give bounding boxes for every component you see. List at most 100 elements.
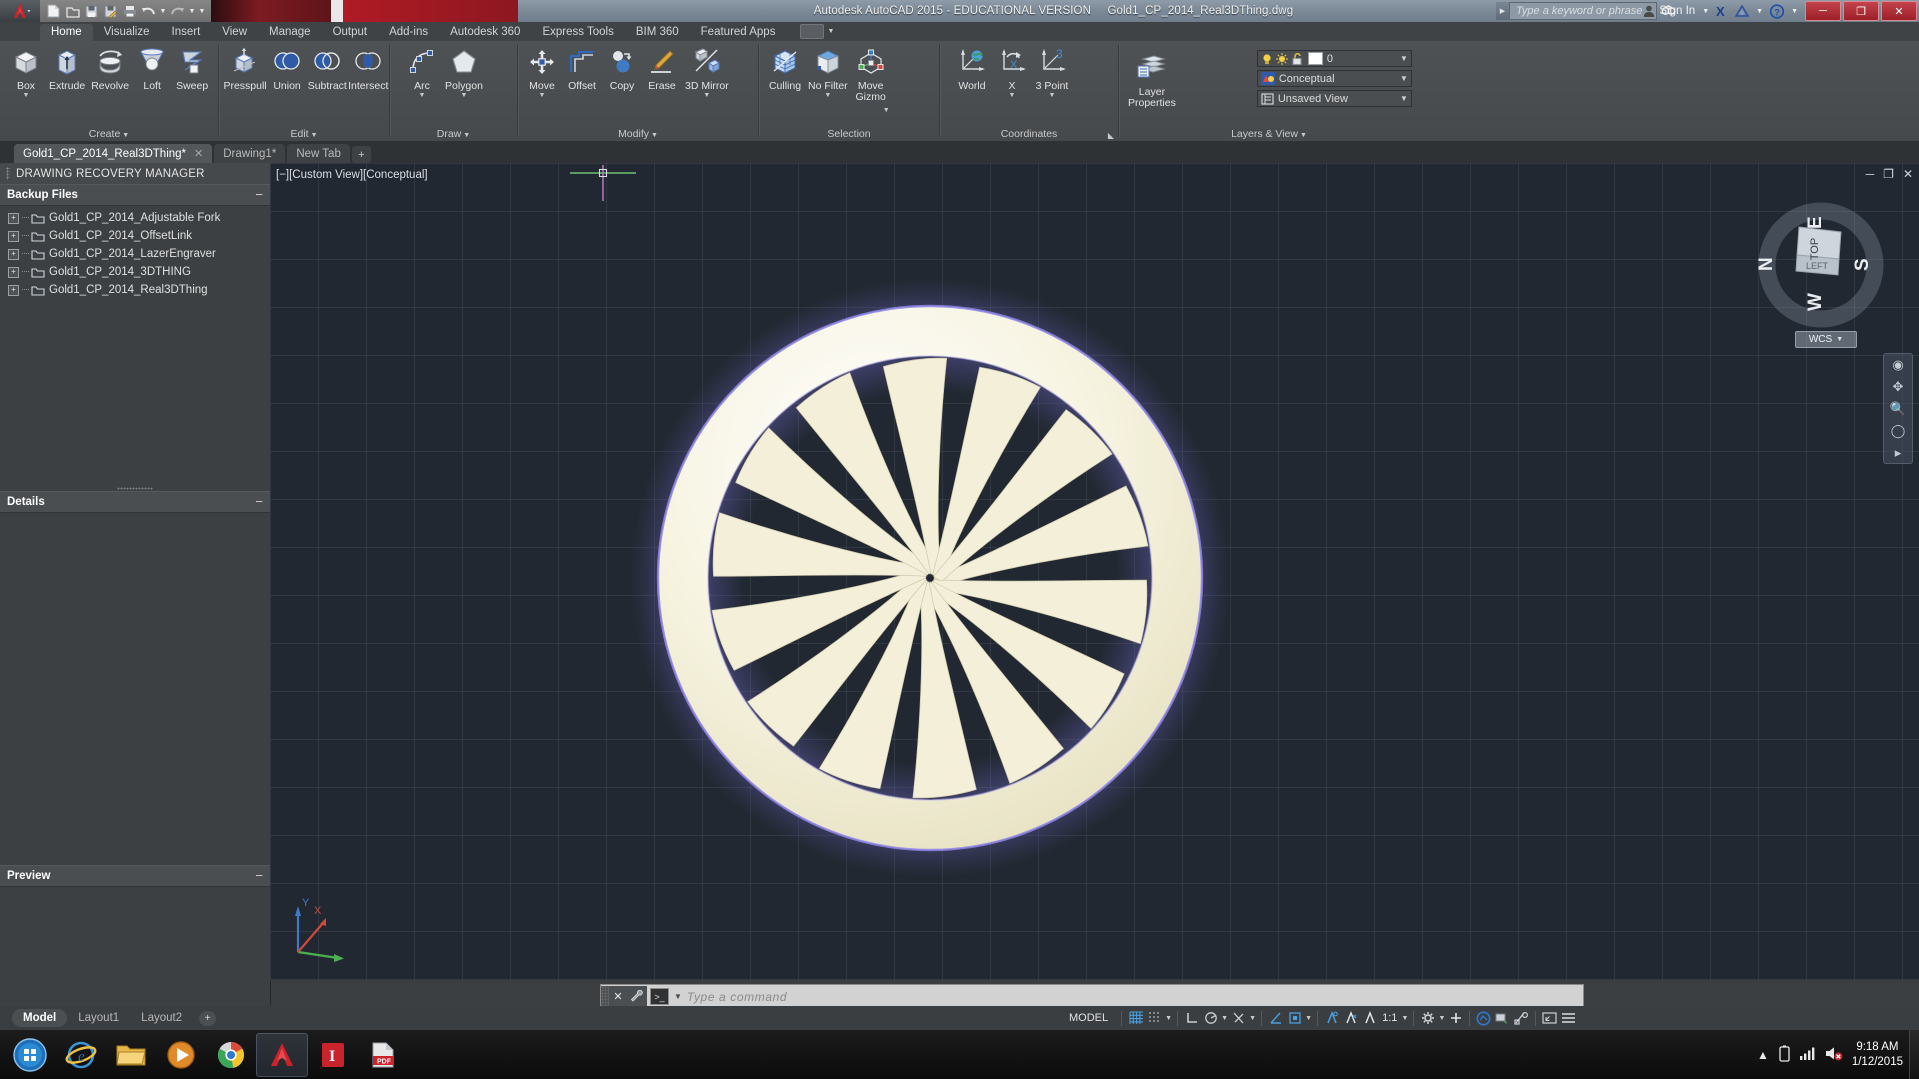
visual-style-dropdown-caret[interactable]: ▼ xyxy=(1400,74,1408,83)
erase-button[interactable]: Erase xyxy=(642,44,682,93)
3-point-ucs-button[interactable]: 3 3 Point ▼ xyxy=(1032,44,1072,100)
loft-button[interactable]: Loft xyxy=(132,44,172,93)
ribbon-tab-express-tools[interactable]: Express Tools xyxy=(531,24,624,41)
presspull-button[interactable]: Presspull xyxy=(223,44,267,93)
expand-icon[interactable]: + xyxy=(8,212,19,224)
snap-mode-icon[interactable] xyxy=(1145,1009,1164,1027)
view-dropdown-caret[interactable]: ▼ xyxy=(1400,94,1408,103)
minimize-button[interactable]: ─ xyxy=(1805,1,1841,21)
volume-muted-icon[interactable] xyxy=(1825,1046,1843,1064)
taskbar-clock[interactable]: 9:18 AM 1/12/2015 xyxy=(1852,1040,1903,1070)
taskbar-inventor-icon[interactable]: I xyxy=(308,1034,358,1076)
box-dropdown-caret[interactable]: ▼ xyxy=(23,92,30,99)
snap-dropdown-caret[interactable]: ▼ xyxy=(1164,1015,1173,1022)
restore-button[interactable]: ❐ xyxy=(1843,1,1879,21)
ribbon-tab-home[interactable]: Home xyxy=(40,24,93,41)
taskbar-media-player-icon[interactable] xyxy=(156,1034,206,1076)
subtract-button[interactable]: Subtract xyxy=(307,44,347,93)
orbit-icon[interactable]: ◯ xyxy=(1891,424,1906,437)
pan-icon[interactable]: ✥ xyxy=(1893,380,1904,393)
isolate-objects-icon[interactable] xyxy=(1474,1009,1493,1027)
autocad-logo-button[interactable] xyxy=(0,0,40,22)
wcs-selector[interactable]: WCS ▼ xyxy=(1795,331,1857,348)
network-signal-icon[interactable] xyxy=(1799,1046,1816,1063)
drawing-tab-real3dthing[interactable]: Gold1_CP_2014_Real3DThing* ✕ xyxy=(14,144,213,163)
draw-panel-label[interactable]: Draw ▼ xyxy=(390,128,517,140)
close-button[interactable]: ✕ xyxy=(1881,1,1917,21)
3d-mirror-button[interactable]: 3D Mirror ▼ xyxy=(682,44,732,100)
plot-print-icon[interactable] xyxy=(121,2,138,20)
annotation-scale-value[interactable]: 1:1 xyxy=(1379,1012,1400,1024)
command-history-caret[interactable]: ▼ xyxy=(674,992,682,1001)
osnap-dropdown-caret[interactable]: ▼ xyxy=(1304,1015,1313,1022)
3-point-dropdown-caret[interactable]: ▼ xyxy=(1049,92,1056,99)
sign-in-label[interactable]: Sign In xyxy=(1659,5,1695,17)
culling-button[interactable]: Culling xyxy=(765,44,805,93)
drawing-tab-drawing1[interactable]: Drawing1* xyxy=(214,144,286,163)
edit-panel-label[interactable]: Edit ▼ xyxy=(219,128,389,140)
offset-button[interactable]: Offset xyxy=(562,44,602,93)
drawing-tab-new-tab[interactable]: New Tab xyxy=(287,144,350,163)
qat-customize-caret[interactable]: ▼ xyxy=(198,8,206,15)
command-line-close-icon[interactable]: ✕ xyxy=(609,986,627,1007)
section-header-preview[interactable]: Preview − xyxy=(0,865,270,887)
arc-button[interactable]: Arc ▼ xyxy=(402,44,442,100)
help-caret[interactable]: ▼ xyxy=(1791,8,1798,15)
show-desktop-button[interactable] xyxy=(1909,1030,1919,1079)
viewcube[interactable]: N E S W TOP LEFT xyxy=(1755,199,1887,331)
object-snap-tracking-icon[interactable] xyxy=(1266,1009,1285,1027)
hardware-acceleration-icon[interactable] xyxy=(1446,1009,1465,1027)
taskbar-autocad-icon[interactable] xyxy=(256,1032,308,1077)
annotation-scale-change-icon[interactable] xyxy=(1360,1009,1379,1027)
ribbon-tab-addins[interactable]: Add-ins xyxy=(378,24,439,41)
customization-icon[interactable] xyxy=(1512,1009,1531,1027)
list-item[interactable]: + Gold1_CP_2014_3DTHING xyxy=(0,263,270,281)
union-button[interactable]: Union xyxy=(267,44,307,93)
taskbar-google-chrome-icon[interactable] xyxy=(206,1034,256,1076)
drawing-tab-close-icon[interactable]: ✕ xyxy=(194,147,203,160)
palette-grip-icon[interactable] xyxy=(6,167,10,180)
grid-display-icon[interactable] xyxy=(1126,1009,1145,1027)
sweep-button[interactable]: Sweep xyxy=(172,44,212,93)
ucs-x-dropdown-caret[interactable]: ▼ xyxy=(1009,92,1016,99)
drawing-viewport[interactable]: [−][Custom View][Conceptual] ─ ❐ ✕ N E S… xyxy=(270,163,1919,980)
command-line-settings-icon[interactable] xyxy=(627,986,647,1007)
layout-tab-model[interactable]: Model xyxy=(12,1009,68,1027)
open-file-icon[interactable] xyxy=(64,2,81,20)
save-icon[interactable] xyxy=(83,2,100,20)
no-filter-dropdown-caret[interactable]: ▼ xyxy=(824,92,831,99)
world-ucs-button[interactable]: World xyxy=(952,44,992,93)
intersect-button[interactable]: Intersect xyxy=(348,44,389,93)
ribbon-tab-autodesk360[interactable]: Autodesk 360 xyxy=(439,24,531,41)
ucs-x-button[interactable]: X X ▼ xyxy=(992,44,1032,100)
help-icon[interactable]: ? xyxy=(1769,3,1785,19)
autoscale-annotation-icon[interactable] xyxy=(1341,1009,1360,1027)
move-gizmo-button[interactable]: Move Gizmo xyxy=(851,44,891,104)
copy-button[interactable]: Copy xyxy=(602,44,642,93)
undo-icon[interactable] xyxy=(140,2,157,20)
ribbon-tab-bim360[interactable]: BIM 360 xyxy=(625,24,690,41)
autodesk-360-icon[interactable] xyxy=(1734,4,1750,18)
object-snap-icon[interactable] xyxy=(1285,1009,1304,1027)
clean-screen-icon[interactable] xyxy=(1540,1009,1559,1027)
list-item[interactable]: + Gold1_CP_2014_OffsetLink xyxy=(0,227,270,245)
polar-tracking-icon[interactable] xyxy=(1201,1009,1220,1027)
extrude-button[interactable]: Extrude xyxy=(46,44,88,93)
steeringwheel-icon[interactable]: ◉ xyxy=(1892,358,1903,371)
ribbon-tab-output[interactable]: Output xyxy=(322,24,379,41)
modify-panel-label[interactable]: Modify ▼ xyxy=(518,128,758,140)
undo-dropdown-caret[interactable]: ▼ xyxy=(159,8,167,15)
zoom-extents-icon[interactable]: 🔍 xyxy=(1890,402,1906,415)
command-line-grip[interactable] xyxy=(601,986,609,1007)
details-collapse-icon[interactable]: − xyxy=(255,495,263,508)
workspace-switching-icon[interactable] xyxy=(1418,1009,1437,1027)
showmotion-icon[interactable]: ▸ xyxy=(1895,446,1902,459)
layout-tab-layout1[interactable]: Layout1 xyxy=(67,1009,130,1027)
taskbar-file-explorer-icon[interactable] xyxy=(106,1034,156,1076)
save-as-icon[interactable] xyxy=(102,2,119,20)
model-space-toggle[interactable]: MODEL xyxy=(1060,1012,1117,1024)
polar-dropdown-caret[interactable]: ▼ xyxy=(1220,1015,1229,1022)
expand-icon[interactable]: + xyxy=(8,248,19,260)
expand-icon[interactable]: + xyxy=(8,266,19,278)
autodesk360-caret[interactable]: ▼ xyxy=(1756,8,1763,15)
